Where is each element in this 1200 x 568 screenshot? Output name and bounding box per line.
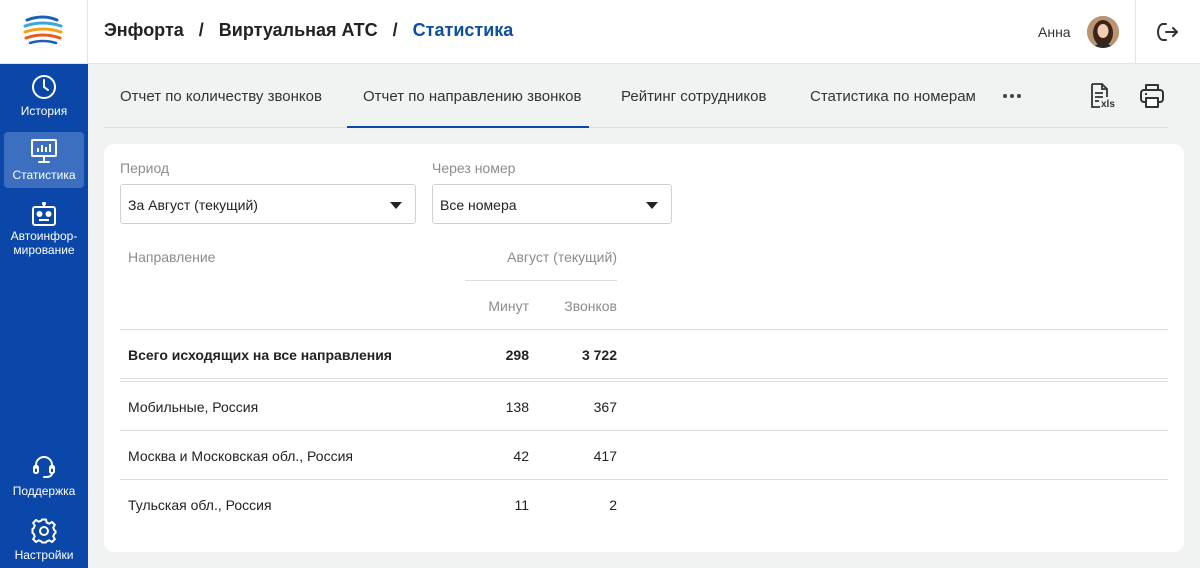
logout-icon[interactable] [1156,20,1180,44]
sidebar-item-history[interactable]: История [4,68,84,124]
row-calls: 417 [593,448,617,464]
report-tabs: Отчет по количеству звонков Отчет по нап… [104,64,1168,128]
row-calls: 367 [593,399,617,415]
header-divider-line [120,329,1168,330]
tab-number-statistics[interactable]: Статистика по номерам [810,88,976,105]
report-card: Период За Август (текущий) Через номер В… [104,144,1184,552]
breadcrumb-item-enforta[interactable]: Энфорта [104,20,184,41]
sidebar-item-label: История [20,104,68,118]
chart-monitor-icon [31,139,57,163]
sidebar: История Статистика Автоинфор- мирование [0,64,88,568]
robot-icon [32,202,56,226]
breadcrumb-item-statistics: Статистика [412,20,514,40]
column-header-minutes: Минут [488,298,529,314]
user-name[interactable]: Анна [1038,24,1071,40]
sidebar-item-autoinform[interactable]: Автоинфор- мирование [4,198,84,257]
enforta-logo-icon [23,11,63,49]
row-label: Мобильные, Россия [128,399,259,415]
clock-icon [32,75,56,99]
number-select-value: Все номера [440,197,517,213]
active-tab-indicator [347,126,589,128]
total-divider-line [120,381,1168,382]
row-label: Москва и Московская обл., Россия [128,448,353,464]
sidebar-item-label: Статистика [12,168,76,182]
column-header-calls: Звонков [564,298,617,314]
chevron-down-icon [646,202,658,209]
tab-calls-count[interactable]: Отчет по количеству звонков [120,88,322,105]
row-divider-line [120,479,1168,480]
number-label: Через номер [432,160,516,176]
headset-icon [33,456,55,478]
row-calls: 2 [609,497,617,513]
period-label: Период [120,160,170,176]
logo[interactable] [0,0,88,63]
row-minutes: 11 [514,497,529,513]
row-minutes: 298 [505,347,529,363]
avatar[interactable] [1087,16,1119,48]
column-group-header: Август (текущий) [507,249,617,265]
avatar-photo [1087,16,1119,48]
printer-icon[interactable] [1138,82,1166,110]
row-calls: 3 722 [581,347,617,363]
xls-badge: xls [1101,99,1115,110]
more-horizontal-icon[interactable] [1003,94,1023,100]
header-divider [1135,0,1136,63]
column-header-direction: Направление [128,249,216,265]
top-header: Энфорта / Виртуальная АТС / Статистика А… [0,0,1200,64]
sidebar-item-support[interactable]: Поддержка [4,448,84,504]
breadcrumb-separator: / [198,20,204,40]
gear-icon [31,518,57,544]
row-label: Всего исходящих на все направления [128,347,392,363]
breadcrumb: Энфорта / Виртуальная АТС / Статистика [104,20,513,41]
breadcrumb-separator: / [392,20,398,40]
total-divider-line [120,378,1168,379]
sidebar-item-label: Поддержка [12,484,76,498]
tab-calls-direction[interactable]: Отчет по направлению звонков [363,88,581,105]
row-minutes: 42 [513,448,529,464]
column-group-divider [465,280,617,281]
row-divider-line [120,430,1168,431]
xls-export-icon[interactable]: xls [1088,82,1116,110]
chevron-down-icon [390,202,402,209]
sidebar-item-label: Настройки [14,548,74,562]
sidebar-item-settings[interactable]: Настройки [4,512,84,568]
number-select[interactable]: Все номера [432,184,672,224]
period-select-value: За Август (текущий) [128,197,258,213]
sidebar-item-label: Автоинфор- мирование [10,229,78,257]
breadcrumb-item-vats[interactable]: Виртуальная АТС [219,20,378,41]
tab-employee-rating[interactable]: Рейтинг сотрудников [621,88,766,105]
row-minutes: 138 [505,399,529,415]
row-label: Тульская обл., Россия [128,497,272,513]
period-select[interactable]: За Август (текущий) [120,184,416,224]
sidebar-item-statistics[interactable]: Статистика [4,132,84,188]
